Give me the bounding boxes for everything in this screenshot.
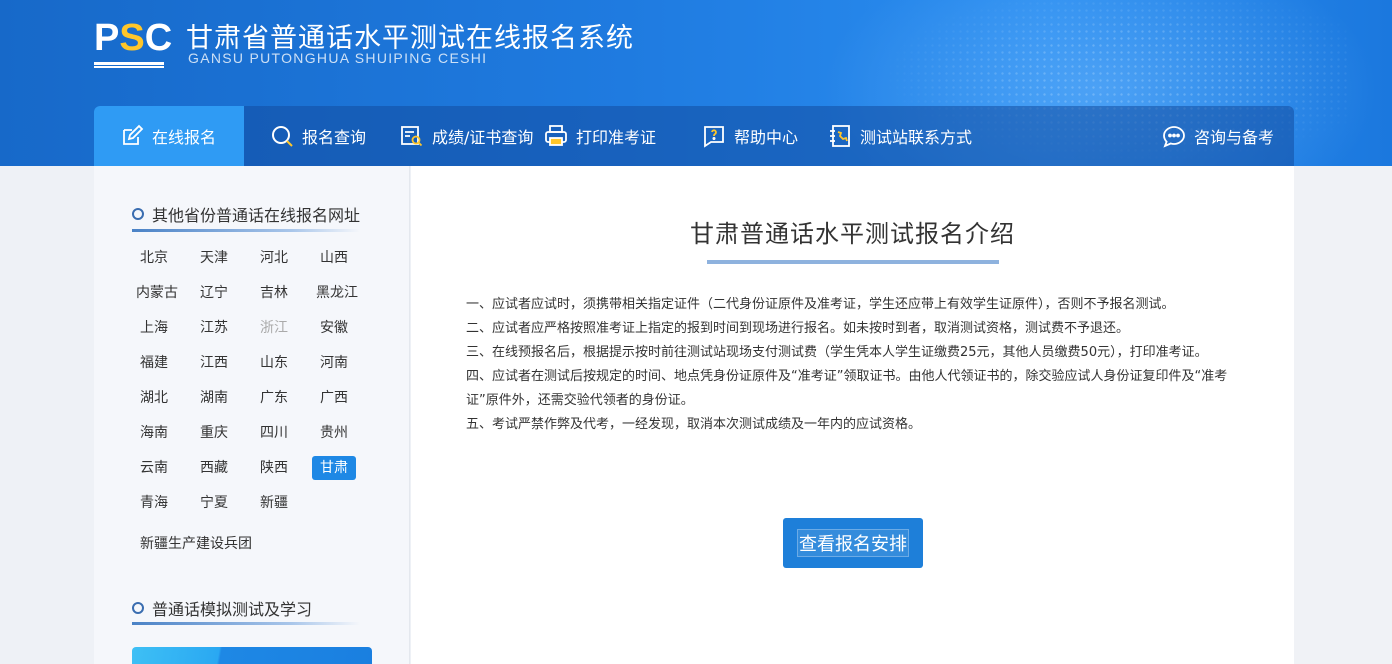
province-link[interactable]: 黑龙江 xyxy=(312,281,362,305)
province-link[interactable]: 四川 xyxy=(252,421,296,445)
nav-item-print-ticket[interactable]: 打印准考证 xyxy=(534,106,692,166)
chat-icon xyxy=(1162,124,1186,148)
provinces-section-title: 其他省份普通话在线报名网址 xyxy=(132,202,360,226)
page-background xyxy=(1294,166,1392,664)
section-underline xyxy=(132,622,360,625)
nav-item-registration-query[interactable]: 报名查询 xyxy=(244,106,374,166)
province-link[interactable]: 重庆 xyxy=(192,421,236,445)
province-link[interactable]: 吉林 xyxy=(252,281,296,305)
province-link[interactable]: 贵州 xyxy=(312,421,356,445)
province-link[interactable]: 福建 xyxy=(132,351,176,375)
province-link[interactable]: 江西 xyxy=(192,351,236,375)
province-link[interactable]: 海南 xyxy=(132,421,176,445)
edit-icon xyxy=(120,124,144,148)
nav-item-contact[interactable]: 测试站联系方式 xyxy=(818,106,1018,166)
nav-label: 咨询与备考 xyxy=(1194,128,1275,147)
nav-label: 报名查询 xyxy=(302,128,367,147)
province-link[interactable]: 河北 xyxy=(252,246,296,270)
province-link[interactable]: 广东 xyxy=(252,386,296,410)
nav-label: 成绩/证书查询 xyxy=(432,128,534,147)
province-link[interactable]: 广西 xyxy=(312,386,356,410)
province-link[interactable]: 内蒙古 xyxy=(132,281,182,305)
notice-item: 一、应试者应试时，须携带相关指定证件（二代身份证原件及准考证，学生还应带上有效学… xyxy=(466,297,1175,312)
nav-item-score-query[interactable]: 成绩/证书查询 xyxy=(374,106,534,166)
corps-link[interactable]: 新疆生产建设兵团 xyxy=(140,533,252,553)
practice-section-title: 普通话模拟测试及学习 xyxy=(132,596,312,620)
province-link[interactable]: 江苏 xyxy=(192,316,236,340)
province-link[interactable]: 云南 xyxy=(132,456,176,480)
province-link-active[interactable]: 甘肃 xyxy=(312,456,356,480)
notice-item: 四、应试者在测试后按规定的时间、地点凭身份证原件及“准考证”领取证书。由他人代领… xyxy=(466,369,1228,408)
section-underline xyxy=(132,229,360,232)
certificate-search-icon xyxy=(400,124,424,148)
search-icon xyxy=(270,124,294,148)
province-link[interactable]: 天津 xyxy=(192,246,236,270)
help-icon xyxy=(702,124,726,148)
psc-logo[interactable]: PSC xyxy=(94,14,172,70)
logo-book-icon xyxy=(94,62,164,68)
province-link[interactable]: 山西 xyxy=(312,246,356,270)
button-label: 查看报名安排 xyxy=(797,529,909,557)
nav-label: 打印准考证 xyxy=(576,128,657,147)
province-link[interactable]: 湖南 xyxy=(192,386,236,410)
notice-item: 三、在线预报名后，根据提示按时前往测试站现场支付测试费（学生凭本人学生证缴费25… xyxy=(466,345,1208,360)
nav-item-help-center[interactable]: 帮助中心 xyxy=(692,106,818,166)
notice-list: 一、应试者应试时，须携带相关指定证件（二代身份证原件及准考证，学生还应带上有效学… xyxy=(466,293,1246,437)
nav-label: 测试站联系方式 xyxy=(860,128,973,147)
ring-icon xyxy=(132,208,144,220)
sidebar: 其他省份普通话在线报名网址 北京 天津 河北 山西 内蒙古 辽宁 吉林 黑龙江 … xyxy=(94,166,410,664)
main-nav: 在线报名 报名查询 成绩/证书查询 打印准考证 帮助中心 测试站联系方式 咨询与… xyxy=(94,106,1294,166)
ring-icon xyxy=(132,602,144,614)
logo-text: PSC xyxy=(94,17,173,59)
province-link[interactable]: 河南 xyxy=(312,351,356,375)
practice-banner[interactable] xyxy=(132,647,372,664)
site-subtitle: GANSU PUTONGHUA SHUIPING CESHI xyxy=(188,50,488,66)
province-link[interactable]: 辽宁 xyxy=(192,281,236,305)
page-title: 甘肃普通话水平测试报名介绍 xyxy=(690,220,1015,248)
province-link[interactable]: 新疆 xyxy=(252,491,296,515)
title-underline xyxy=(707,260,999,264)
main-content: 甘肃普通话水平测试报名介绍 一、应试者应试时，须携带相关指定证件（二代身份证原件… xyxy=(411,166,1294,664)
province-link[interactable]: 西藏 xyxy=(192,456,236,480)
province-link[interactable]: 湖北 xyxy=(132,386,176,410)
province-link[interactable]: 宁夏 xyxy=(192,491,236,515)
nav-item-online-registration[interactable]: 在线报名 xyxy=(94,106,244,166)
province-link-disabled: 浙江 xyxy=(260,320,288,336)
view-schedule-button[interactable]: 查看报名安排 xyxy=(783,518,923,568)
nav-label: 在线报名 xyxy=(152,128,217,147)
province-link[interactable]: 上海 xyxy=(132,316,176,340)
province-link[interactable]: 安徽 xyxy=(312,316,356,340)
notice-item: 五、考试严禁作弊及代考，一经发现，取消本次测试成绩及一年内的应试资格。 xyxy=(466,417,922,432)
province-link[interactable]: 山东 xyxy=(252,351,296,375)
printer-icon xyxy=(544,124,568,148)
province-link[interactable]: 青海 xyxy=(132,491,176,515)
province-link[interactable]: 陕西 xyxy=(252,456,296,480)
notice-item: 二、应试者应严格按照准考证上指定的报到时间到现场进行报名。如未按时到者，取消测试… xyxy=(466,321,1130,336)
province-link[interactable]: 北京 xyxy=(132,246,176,270)
nav-label: 帮助中心 xyxy=(734,128,799,147)
nav-item-consult[interactable]: 咨询与备考 xyxy=(1018,106,1294,166)
contact-book-icon xyxy=(828,124,852,148)
